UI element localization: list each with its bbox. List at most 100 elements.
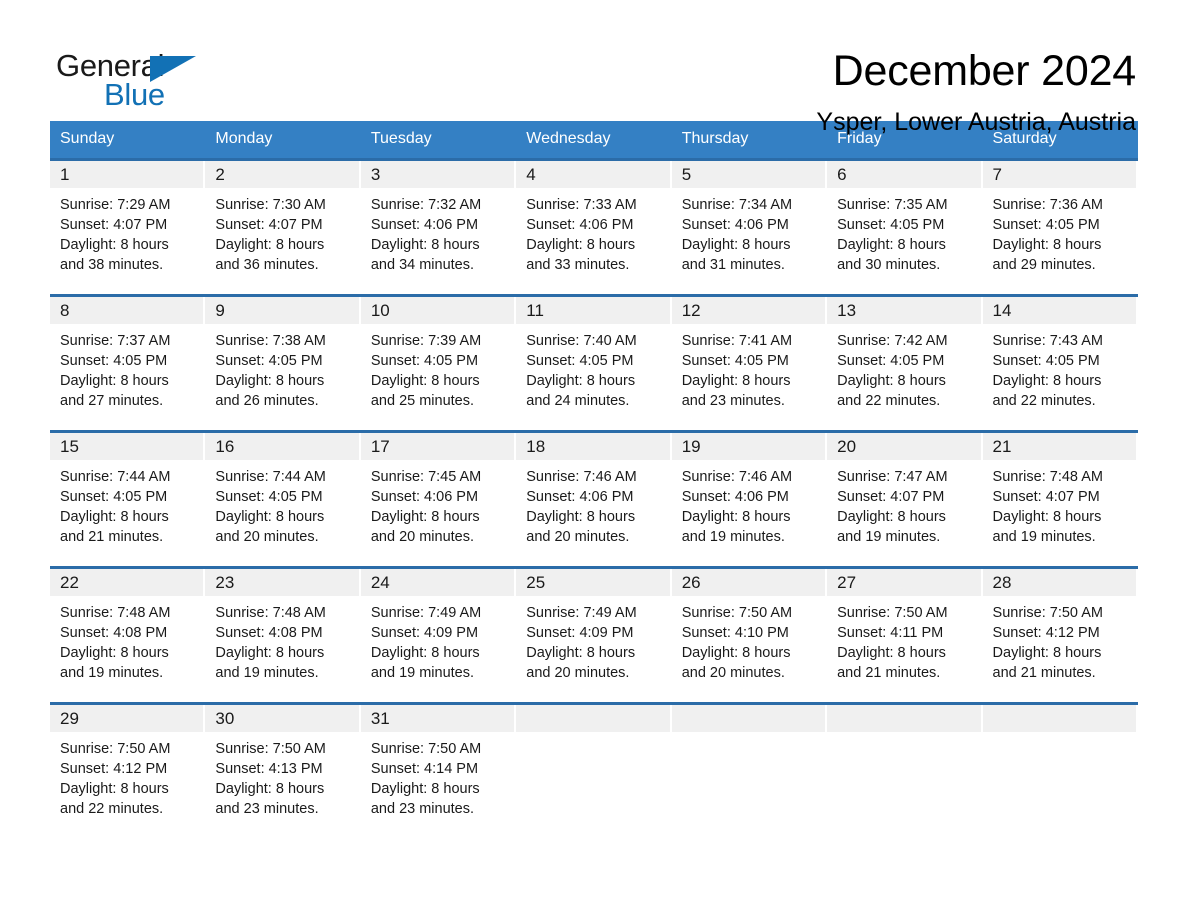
sunrise-text: Sunrise: 7:50 AM — [215, 741, 326, 757]
daylight-text-line2: and 19 minutes. — [992, 529, 1096, 545]
day-number: 8 — [50, 297, 204, 324]
calendar-day-cell[interactable]: 1 Sunrise: 7:29 AM Sunset: 4:07 PM Daylight… — [50, 158, 206, 277]
calendar-day-cell[interactable]: 10 Sunrise: 7:39 AM Sunset: 4:05 PM Dayligh… — [360, 294, 517, 413]
sunset-text: Sunset: 4:05 PM — [370, 353, 479, 369]
day-details: Sunrise: 7:50 AM Sunset: 4:10 PM Daylight:… — [672, 596, 827, 683]
sunrise-text: Sunrise: 7:45 AM — [370, 469, 482, 485]
sunset-text: Sunset: 4:12 PM — [992, 625, 1100, 641]
calendar-day-cell[interactable]: 12 Sunrise: 7:41 AM Sunset: 4:05 PM Dayligh… — [671, 294, 828, 413]
weekday-header-tuesday: Tuesday — [360, 121, 517, 160]
day-cell-inner: 1 Sunrise: 7:29 AM Sunset: 4:07 PM Daylight… — [50, 161, 205, 277]
day-number: 16 — [205, 433, 359, 460]
day-details: Sunrise: 7:43 AM Sunset: 4:05 PM Daylight:… — [983, 324, 1138, 411]
daylight-text-line2: and 38 minutes. — [60, 257, 164, 273]
title-block: December 2024 Ysper, Lower Austria, Aust… — [816, 46, 1138, 137]
daylight-text-line1: Daylight: 8 hours — [837, 373, 946, 389]
day-cell-inner — [671, 705, 827, 821]
daylight-text-line2: and 27 minutes. — [60, 393, 164, 409]
calendar-day-cell[interactable]: 2 Sunrise: 7:30 AM Sunset: 4:07 PM Daylight… — [205, 158, 361, 277]
calendar-day-cell[interactable]: 23 Sunrise: 7:48 AM Sunset: 4:08 PM Dayligh… — [205, 566, 361, 685]
day-details: Sunrise: 7:37 AM Sunset: 4:05 PM Daylight:… — [50, 324, 205, 411]
sunrise-text: Sunrise: 7:46 AM — [526, 469, 637, 485]
calendar-day-cell[interactable]: 16 Sunrise: 7:44 AM Sunset: 4:05 PM Dayligh… — [205, 430, 361, 549]
day-number: 31 — [360, 705, 515, 732]
sunset-text: Sunset: 4:07 PM — [992, 489, 1100, 505]
daylight-text-line2: and 34 minutes. — [370, 257, 475, 273]
sunrise-text: Sunrise: 7:50 AM — [370, 741, 482, 757]
day-details: Sunrise: 7:44 AM Sunset: 4:05 PM Daylight:… — [205, 460, 360, 547]
daylight-text-line1: Daylight: 8 hours — [837, 237, 946, 253]
calendar-day-cell[interactable]: 3 Sunrise: 7:32 AM Sunset: 4:06 PM Daylight… — [360, 158, 517, 277]
calendar-day-cell[interactable]: 22 Sunrise: 7:48 AM Sunset: 4:08 PM Dayligh… — [50, 566, 206, 685]
sunset-text: Sunset: 4:05 PM — [837, 353, 945, 369]
sunset-text: Sunset: 4:07 PM — [60, 217, 168, 233]
calendar-day-cell[interactable]: 7 Sunrise: 7:36 AM Sunset: 4:05 PM Daylight… — [982, 158, 1138, 277]
sunrise-text: Sunrise: 7:29 AM — [60, 197, 171, 213]
day-details — [983, 732, 1138, 739]
day-cell-inner: 15 Sunrise: 7:44 AM Sunset: 4:05 PM Dayligh… — [50, 433, 205, 549]
daylight-text-line1: Daylight: 8 hours — [60, 237, 169, 253]
daylight-text-line1: Daylight: 8 hours — [215, 237, 325, 253]
day-details: Sunrise: 7:42 AM Sunset: 4:05 PM Daylight:… — [827, 324, 982, 411]
day-cell-inner — [516, 705, 671, 821]
daylight-text-line1: Daylight: 8 hours — [370, 237, 480, 253]
calendar-day-cell[interactable]: 14 Sunrise: 7:43 AM Sunset: 4:05 PM Dayligh… — [982, 294, 1138, 413]
calendar-week-row: 29 Sunrise: 7:50 AM Sunset: 4:12 PM Dayligh… — [50, 702, 1138, 821]
calendar-day-cell[interactable]: 9 Sunrise: 7:38 AM Sunset: 4:05 PM Daylight… — [205, 294, 361, 413]
week-spacer-cell — [50, 413, 1138, 432]
sunrise-text: Sunrise: 7:48 AM — [215, 605, 326, 621]
calendar-day-cell[interactable]: 11 Sunrise: 7:40 AM Sunset: 4:05 PM Dayligh… — [516, 294, 672, 413]
daylight-text-line2: and 23 minutes. — [370, 801, 475, 817]
calendar-day-cell[interactable]: 13 Sunrise: 7:42 AM Sunset: 4:05 PM Dayligh… — [827, 294, 983, 413]
sunset-text: Sunset: 4:05 PM — [681, 353, 789, 369]
sunrise-text: Sunrise: 7:39 AM — [370, 333, 482, 349]
sunrise-text: Sunrise: 7:40 AM — [526, 333, 637, 349]
day-cell-inner: 13 Sunrise: 7:42 AM Sunset: 4:05 PM Dayligh… — [827, 297, 982, 413]
sunrise-text: Sunrise: 7:48 AM — [992, 469, 1103, 485]
day-number: 9 — [205, 297, 359, 324]
calendar-week-row: 15 Sunrise: 7:44 AM Sunset: 4:05 PM Dayligh… — [50, 430, 1138, 549]
calendar-day-cell[interactable]: 5 Sunrise: 7:34 AM Sunset: 4:06 PM Daylight… — [671, 158, 828, 277]
calendar-day-cell[interactable]: 28 Sunrise: 7:50 AM Sunset: 4:12 PM Dayligh… — [982, 566, 1138, 685]
daylight-text-line2: and 22 minutes. — [60, 801, 164, 817]
day-number: 11 — [516, 297, 670, 324]
calendar-day-cell[interactable]: 27 Sunrise: 7:50 AM Sunset: 4:11 PM Dayligh… — [827, 566, 983, 685]
calendar-day-cell[interactable]: 6 Sunrise: 7:35 AM Sunset: 4:05 PM Daylight… — [827, 158, 983, 277]
calendar-day-cell[interactable]: 15 Sunrise: 7:44 AM Sunset: 4:05 PM Dayligh… — [50, 430, 206, 549]
calendar-day-cell[interactable]: 17 Sunrise: 7:45 AM Sunset: 4:06 PM Dayligh… — [360, 430, 517, 549]
calendar-day-cell[interactable]: 18 Sunrise: 7:46 AM Sunset: 4:06 PM Dayligh… — [516, 430, 672, 549]
calendar-day-cell[interactable]: 19 Sunrise: 7:46 AM Sunset: 4:06 PM Dayligh… — [671, 430, 828, 549]
calendar-day-cell[interactable]: 26 Sunrise: 7:50 AM Sunset: 4:10 PM Dayligh… — [671, 566, 828, 685]
calendar-page: General Blue December 2024 Ysper, Lower … — [0, 0, 1188, 918]
daylight-text-line1: Daylight: 8 hours — [837, 509, 946, 525]
calendar-day-cell[interactable]: 4 Sunrise: 7:33 AM Sunset: 4:06 PM Daylight… — [516, 158, 672, 277]
sunrise-text: Sunrise: 7:43 AM — [992, 333, 1103, 349]
day-details: Sunrise: 7:36 AM Sunset: 4:05 PM Daylight:… — [983, 188, 1138, 275]
day-number: 30 — [205, 705, 359, 732]
calendar-day-cell[interactable]: 31 Sunrise: 7:50 AM Sunset: 4:14 PM Dayligh… — [360, 702, 517, 821]
calendar-day-cell — [671, 702, 828, 821]
day-cell-inner: 26 Sunrise: 7:50 AM Sunset: 4:10 PM Dayligh… — [671, 569, 827, 685]
calendar-day-cell[interactable]: 30 Sunrise: 7:50 AM Sunset: 4:13 PM Dayligh… — [205, 702, 361, 821]
calendar-day-cell[interactable]: 29 Sunrise: 7:50 AM Sunset: 4:12 PM Dayligh… — [50, 702, 206, 821]
calendar-day-cell[interactable]: 24 Sunrise: 7:49 AM Sunset: 4:09 PM Dayligh… — [360, 566, 517, 685]
daylight-text-line1: Daylight: 8 hours — [681, 645, 791, 661]
day-details — [516, 732, 671, 739]
calendar-day-cell[interactable]: 21 Sunrise: 7:48 AM Sunset: 4:07 PM Dayligh… — [982, 430, 1138, 549]
calendar-day-cell[interactable]: 8 Sunrise: 7:37 AM Sunset: 4:05 PM Daylight… — [50, 294, 206, 413]
day-cell-inner: 19 Sunrise: 7:46 AM Sunset: 4:06 PM Dayligh… — [671, 433, 827, 549]
day-cell-inner: 23 Sunrise: 7:48 AM Sunset: 4:08 PM Dayligh… — [205, 569, 360, 685]
week-spacer-cell — [50, 549, 1138, 568]
calendar-day-cell[interactable]: 25 Sunrise: 7:49 AM Sunset: 4:09 PM Dayligh… — [516, 566, 672, 685]
daylight-text-line1: Daylight: 8 hours — [60, 781, 169, 797]
day-number: 15 — [50, 433, 204, 460]
day-number: 27 — [827, 569, 981, 596]
general-blue-logo[interactable]: General Blue — [50, 46, 200, 120]
day-details: Sunrise: 7:48 AM Sunset: 4:08 PM Daylight:… — [205, 596, 360, 683]
day-number: 4 — [516, 161, 670, 188]
sunset-text: Sunset: 4:06 PM — [526, 217, 634, 233]
sunset-text: Sunset: 4:14 PM — [370, 761, 479, 777]
day-number: 24 — [360, 569, 515, 596]
calendar-table: Sunday Monday Tuesday Wednesday Thursday… — [50, 121, 1138, 821]
calendar-day-cell[interactable]: 20 Sunrise: 7:47 AM Sunset: 4:07 PM Dayligh… — [827, 430, 983, 549]
